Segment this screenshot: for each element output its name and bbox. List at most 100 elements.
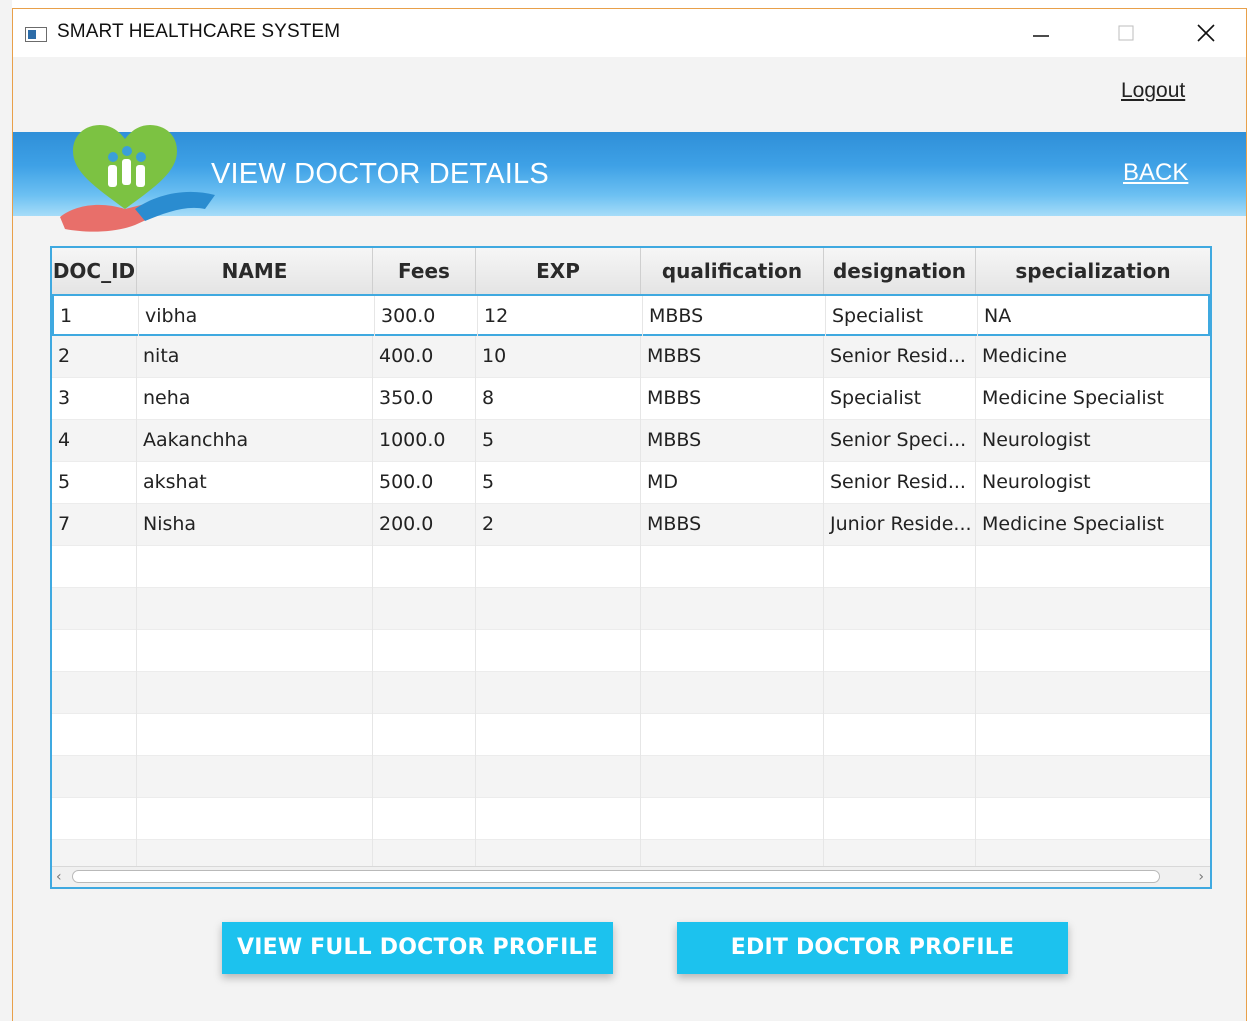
cell-exp [476, 588, 641, 630]
cell-exp: 5 [476, 420, 641, 462]
column-header-specialization[interactable]: specialization [976, 248, 1210, 294]
table-row[interactable]: 2 nita 400.0 10 MBBS Senior Resid... Medicine [52, 336, 1210, 378]
cell-fees [373, 756, 476, 798]
cell-fees: 1000.0 [373, 420, 476, 462]
cell-doc-id: 3 [52, 378, 137, 420]
cell-fees: 400.0 [373, 336, 476, 378]
column-header-name[interactable]: NAME [137, 248, 373, 294]
cell-fees [373, 672, 476, 714]
cell-exp: 2 [476, 504, 641, 546]
cell-name [137, 798, 373, 840]
cell-qualification: MBBS [643, 296, 826, 338]
cell-designation: Junior Reside... [824, 504, 976, 546]
minimize-icon [1033, 35, 1049, 37]
table-row[interactable]: 1 vibha 300.0 12 MBBS Specialist NA [52, 294, 1210, 338]
column-header-qualification[interactable]: qualification [641, 248, 824, 294]
cell-specialization: NA [984, 305, 1012, 327]
cell-exp [476, 714, 641, 756]
column-header-exp[interactable]: EXP [476, 248, 641, 294]
cell-name: neha [137, 378, 373, 420]
table-header: DOC_ID NAME Fees EXP qualification desig… [52, 248, 1210, 295]
cell-doc-id: 5 [52, 462, 137, 504]
cell-designation [824, 672, 976, 714]
cell-fees: 350.0 [373, 378, 476, 420]
cell-designation [824, 546, 976, 588]
cell-exp: 12 [478, 296, 643, 338]
cell-designation: Specialist [824, 378, 976, 420]
window-title: SMART HEALTHCARE SYSTEM [57, 21, 341, 42]
cell-doc-id [52, 588, 137, 630]
cell-exp: 5 [476, 462, 641, 504]
back-link[interactable]: BACK [1123, 159, 1188, 187]
cell-fees: 300.0 [375, 296, 478, 338]
table-row[interactable]: 7 Nisha 200.0 2 MBBS Junior Reside... Medicine… [52, 504, 1210, 546]
cell-exp [476, 546, 641, 588]
cell-doc-id [52, 672, 137, 714]
empty-table-row[interactable] [52, 672, 1210, 714]
background-window-left [0, 0, 12, 1021]
cell-designation [824, 588, 976, 630]
cell-doc-id: 1 [54, 296, 139, 338]
cell-name [137, 756, 373, 798]
maximize-icon [1118, 25, 1134, 41]
cell-specialization [976, 714, 1210, 756]
scroll-left-icon[interactable]: ‹ [56, 867, 62, 887]
empty-table-row[interactable] [52, 756, 1210, 798]
cell-doc-id: 4 [52, 420, 137, 462]
title-bar[interactable]: SMART HEALTHCARE SYSTEM [13, 9, 1246, 57]
cell-specialization: Medicine [982, 345, 1067, 367]
view-full-doctor-profile-button[interactable]: VIEW FULL DOCTOR PROFILE [222, 922, 613, 974]
column-header-doc-id[interactable]: DOC_ID [52, 248, 137, 294]
column-header-designation[interactable]: designation [824, 248, 976, 294]
table-row[interactable]: 5 akshat 500.0 5 MD Senior Resid... Neurologis… [52, 462, 1210, 504]
logout-link[interactable]: Logout [1121, 79, 1185, 103]
table-row[interactable]: 3 neha 350.0 8 MBBS Specialist Medicine Specia… [52, 378, 1210, 420]
scroll-right-icon[interactable]: › [1198, 867, 1204, 887]
empty-table-row[interactable] [52, 630, 1210, 672]
cell-qualification: MBBS [641, 504, 824, 546]
cell-designation [824, 798, 976, 840]
cell-designation: Specialist [826, 296, 978, 338]
cell-doc-id: 7 [52, 504, 137, 546]
cell-specialization [976, 798, 1210, 840]
table-row[interactable]: 4 Aakanchha 1000.0 5 MBBS Senior Speci... Neur… [52, 420, 1210, 462]
maximize-button[interactable] [1103, 9, 1149, 57]
scrollbar-thumb[interactable] [72, 870, 1160, 883]
cell-fees: 200.0 [373, 504, 476, 546]
cell-doc-id: 2 [52, 336, 137, 378]
empty-table-row[interactable] [52, 714, 1210, 756]
cell-doc-id [52, 630, 137, 672]
cell-designation [824, 756, 976, 798]
close-button[interactable] [1183, 9, 1229, 57]
edit-doctor-profile-button[interactable]: EDIT DOCTOR PROFILE [677, 922, 1068, 974]
cell-name: nita [137, 336, 373, 378]
cell-exp: 10 [476, 336, 641, 378]
cell-qualification [641, 798, 824, 840]
cell-designation: Senior Resid... [824, 336, 976, 378]
empty-table-row[interactable] [52, 798, 1210, 840]
minimize-button[interactable] [1018, 9, 1064, 57]
cell-qualification: MD [641, 462, 824, 504]
empty-table-row[interactable] [52, 546, 1210, 588]
cell-fees [373, 798, 476, 840]
column-header-fees[interactable]: Fees [373, 248, 476, 294]
cell-name: Nisha [137, 504, 373, 546]
cell-qualification [641, 588, 824, 630]
cell-qualification [641, 672, 824, 714]
cell-name [137, 630, 373, 672]
cell-specialization: Medicine Specialist [982, 387, 1165, 409]
cell-exp: 8 [476, 378, 641, 420]
cell-qualification [641, 546, 824, 588]
cell-fees [373, 546, 476, 588]
cell-name [137, 672, 373, 714]
cell-fees [373, 630, 476, 672]
app-window: SMART HEALTHCARE SYSTEM Logout VIEW DOCT… [12, 8, 1247, 1021]
cell-doc-id [52, 756, 137, 798]
cell-specialization [976, 546, 1210, 588]
cell-qualification [641, 714, 824, 756]
doctor-table[interactable]: DOC_ID NAME Fees EXP qualification desig… [50, 246, 1212, 889]
horizontal-scrollbar[interactable]: ‹ › [52, 866, 1210, 887]
cell-specialization [976, 588, 1210, 630]
empty-table-row[interactable] [52, 588, 1210, 630]
cell-qualification: MBBS [641, 378, 824, 420]
